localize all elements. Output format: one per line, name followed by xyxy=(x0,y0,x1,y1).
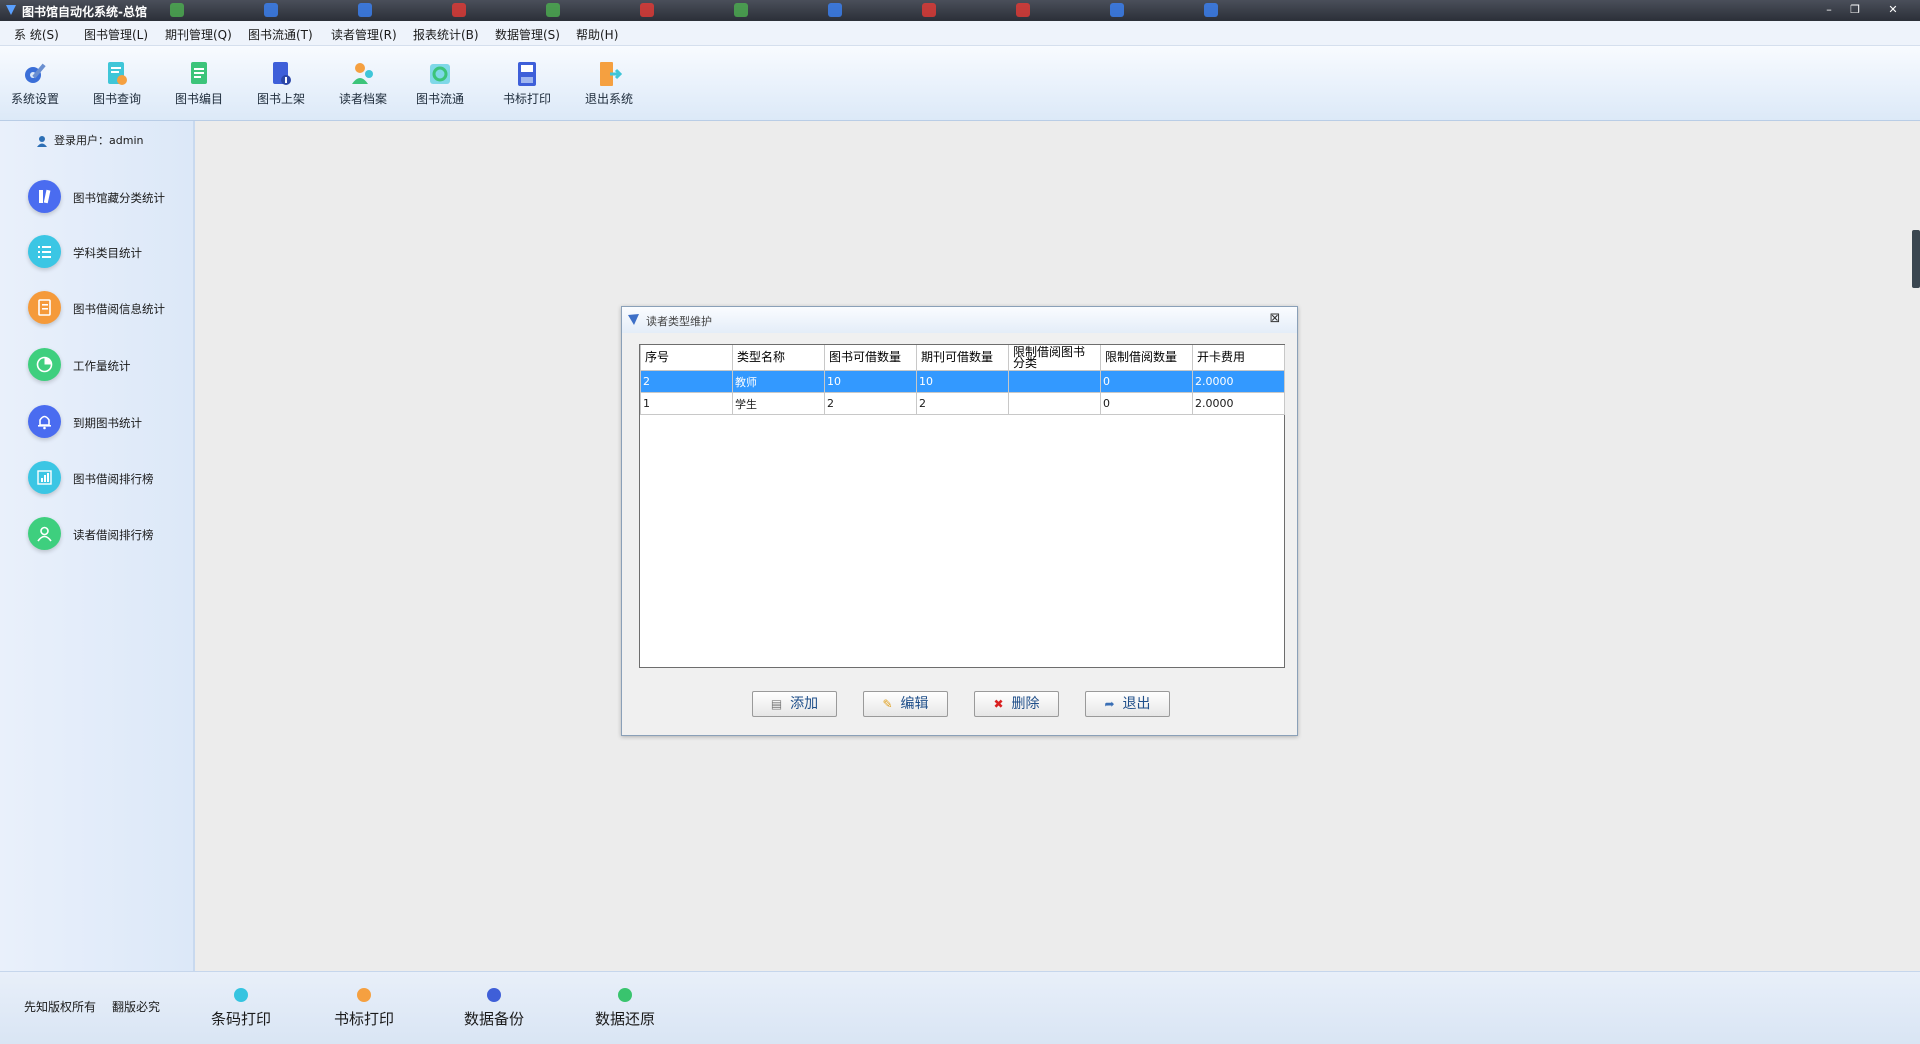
pie-chart-icon xyxy=(36,356,53,373)
sidebar-item-borrow-info-stats[interactable]: 图书借阅信息统计 xyxy=(28,291,188,327)
login-user: 登录用户：admin xyxy=(36,132,143,148)
main-toolbar: 系统设置 图书查询 图书编目 图书上架 读者档案 图书流通 书标打印 退出系统 xyxy=(0,46,1920,121)
column-header-type-name[interactable]: 类型名称 xyxy=(732,345,825,371)
sidebar-item-workload-stats[interactable]: 工作量统计 xyxy=(28,348,188,384)
footer-data-backup-button[interactable]: 数据备份 xyxy=(449,988,539,1029)
reader-type-dialog: 读者类型维护 ⊠ 序号 类型名称 图书可借数量 期刊可借数量 限制借阅图书分类 … xyxy=(621,306,1298,736)
table-row[interactable]: 2 教师 10 10 0 2.0000 xyxy=(640,370,1285,393)
app-logo-icon xyxy=(6,5,16,15)
close-window-button[interactable]: ✕ xyxy=(1882,2,1904,18)
add-button[interactable]: ▤ 添加 xyxy=(752,691,837,717)
catalog-icon xyxy=(191,62,207,84)
edit-button[interactable]: ✎ 编辑 xyxy=(863,691,948,717)
dialog-app-icon xyxy=(628,314,639,325)
footer-bar: 先知版权所有 翻版必究 条码打印 书标打印 数据备份 数据还原 xyxy=(0,971,1920,1044)
footer-label-print-button[interactable]: 书标打印 xyxy=(319,988,409,1029)
book-search-icon xyxy=(108,62,127,85)
sidebar-item-label: 到期图书统计 xyxy=(73,416,142,430)
reader-icon xyxy=(352,63,373,84)
column-header-restricted-count[interactable]: 限制借阅数量 xyxy=(1100,345,1193,371)
document-icon xyxy=(38,299,51,316)
toolbar-label-print-button[interactable]: 书标打印 xyxy=(492,60,562,107)
dialog-button-row: ▤ 添加 ✎ 编辑 ✖ 删除 ➦ 退出 xyxy=(622,691,1297,717)
toolbar-shelving-button[interactable]: 图书上架 xyxy=(246,60,316,107)
user-icon xyxy=(37,136,47,147)
books-icon xyxy=(39,189,51,204)
exit-arrow-icon: ➦ xyxy=(1104,697,1115,711)
sidebar-item-reader-ranking[interactable]: 读者借阅排行榜 xyxy=(28,517,188,553)
sidebar-item-label: 图书借阅信息统计 xyxy=(73,302,165,316)
menu-reports[interactable]: 报表统计(B) xyxy=(413,26,479,43)
table-header-row: 序号 类型名称 图书可借数量 期刊可借数量 限制借阅图书分类 限制借阅数量 开卡… xyxy=(640,345,1285,371)
user-icon xyxy=(37,526,52,542)
login-user-label: 登录用户：admin xyxy=(54,134,144,147)
menu-circulation[interactable]: 图书流通(T) xyxy=(248,26,313,43)
footer-barcode-print-button[interactable]: 条码打印 xyxy=(196,988,286,1029)
sidebar-item-collection-stats[interactable]: 图书馆藏分类统计 xyxy=(28,180,188,216)
menu-system[interactable]: 系 统(S) xyxy=(14,26,59,43)
gear-icon xyxy=(25,63,46,83)
window-title: 图书馆自动化系统-总馆 xyxy=(22,5,147,19)
menu-books[interactable]: 图书管理(L) xyxy=(84,26,148,43)
taskbar-strip xyxy=(170,3,1298,18)
column-header-journal-quota[interactable]: 期刊可借数量 xyxy=(916,345,1009,371)
toolbar-cataloging-button[interactable]: 图书编目 xyxy=(164,60,234,107)
window-titlebar: 图书馆自动化系统-总馆 – ❐ ✕ xyxy=(0,0,1920,21)
pencil-icon: ✎ xyxy=(882,697,893,711)
sidebar-item-label: 读者借阅排行榜 xyxy=(73,528,154,542)
sidebar-item-label: 学科类目统计 xyxy=(73,246,142,260)
sidebar-item-borrow-ranking[interactable]: 图书借阅排行榜 xyxy=(28,461,188,497)
restore-button[interactable]: ❐ xyxy=(1844,2,1866,18)
menu-data[interactable]: 数据管理(S) xyxy=(495,26,560,43)
download-icon xyxy=(487,988,501,1002)
sidebar-item-label: 工作量统计 xyxy=(73,359,131,373)
column-header-card-fee[interactable]: 开卡费用 xyxy=(1192,345,1285,371)
list-icon xyxy=(38,246,51,258)
reader-type-table: 序号 类型名称 图书可借数量 期刊可借数量 限制借阅图书分类 限制借阅数量 开卡… xyxy=(639,344,1285,668)
column-header-restricted-category[interactable]: 限制借阅图书分类 xyxy=(1008,345,1101,371)
toolbar-book-search-button[interactable]: 图书查询 xyxy=(82,60,152,107)
column-header-book-quota[interactable]: 图书可借数量 xyxy=(824,345,917,371)
dialog-close-button[interactable]: ⊠ xyxy=(1267,311,1283,327)
minimize-button[interactable]: – xyxy=(1818,2,1840,18)
menu-help[interactable]: 帮助(H) xyxy=(576,26,618,43)
sidebar-item-label: 图书馆藏分类统计 xyxy=(73,191,165,205)
piracy-notice-label: 翻版必究 xyxy=(112,1000,161,1014)
sidebar-item-subject-stats[interactable]: 学科类目统计 xyxy=(28,235,188,271)
bell-icon xyxy=(38,415,51,430)
label-print-icon xyxy=(357,988,371,1002)
table-row[interactable]: 1 学生 2 2 0 2.0000 xyxy=(640,392,1285,415)
dialog-titlebar: 读者类型维护 ⊠ xyxy=(622,307,1297,333)
bar-chart-icon xyxy=(37,470,52,485)
toolbar-reader-records-button[interactable]: 读者档案 xyxy=(328,60,398,107)
footer-data-restore-button[interactable]: 数据还原 xyxy=(580,988,670,1029)
column-header-index[interactable]: 序号 xyxy=(640,345,733,371)
document-add-icon: ▤ xyxy=(770,697,783,711)
circulation-icon xyxy=(430,64,450,84)
toolbar-circulation-button[interactable]: 图书流通 xyxy=(405,60,475,107)
printer-icon xyxy=(518,62,536,86)
sidebar: 登录用户：admin 图书馆藏分类统计 学科类目统计 图书借阅信息统计 工作量统… xyxy=(0,121,195,971)
menu-journals[interactable]: 期刊管理(Q) xyxy=(165,26,232,43)
exit-icon xyxy=(600,62,622,86)
scrollbar-handle[interactable] xyxy=(1912,230,1920,288)
sidebar-item-label: 图书借阅排行榜 xyxy=(73,472,154,486)
delete-button[interactable]: ✖ 删除 xyxy=(974,691,1059,717)
exit-button[interactable]: ➦ 退出 xyxy=(1085,691,1170,717)
restore-icon xyxy=(618,988,632,1002)
dialog-title: 读者类型维护 xyxy=(646,315,712,328)
sidebar-item-due-books-stats[interactable]: 到期图书统计 xyxy=(28,405,188,441)
toolbar-exit-button[interactable]: 退出系统 xyxy=(574,60,644,107)
menu-bar: 系 统(S) 图书管理(L) 期刊管理(Q) 图书流通(T) 读者管理(R) 报… xyxy=(0,21,1920,46)
delete-x-icon: ✖ xyxy=(993,697,1004,711)
copyright-label: 先知版权所有 xyxy=(24,1000,97,1014)
menu-readers[interactable]: 读者管理(R) xyxy=(331,26,397,43)
toolbar-system-settings-button[interactable]: 系统设置 xyxy=(0,60,70,107)
barcode-icon xyxy=(234,988,248,1002)
shelf-icon xyxy=(273,62,291,85)
